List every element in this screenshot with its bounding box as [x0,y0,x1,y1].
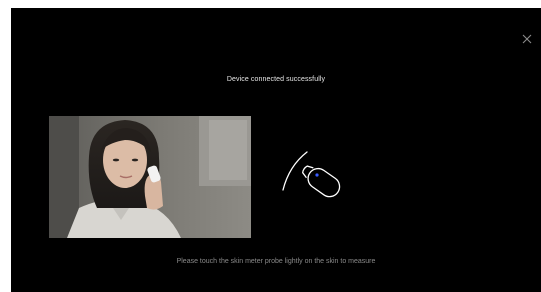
close-button[interactable] [520,32,534,46]
woman-using-skin-meter-photo [49,116,251,238]
dialog-title: Device connected successfully [226,76,326,83]
close-icon [520,32,534,46]
connection-dialog: Device connected successfully Please tou… [11,8,541,292]
instruction-text: Please touch the skin meter probe lightl… [176,258,376,265]
skin-meter-probe-icon [273,136,353,216]
